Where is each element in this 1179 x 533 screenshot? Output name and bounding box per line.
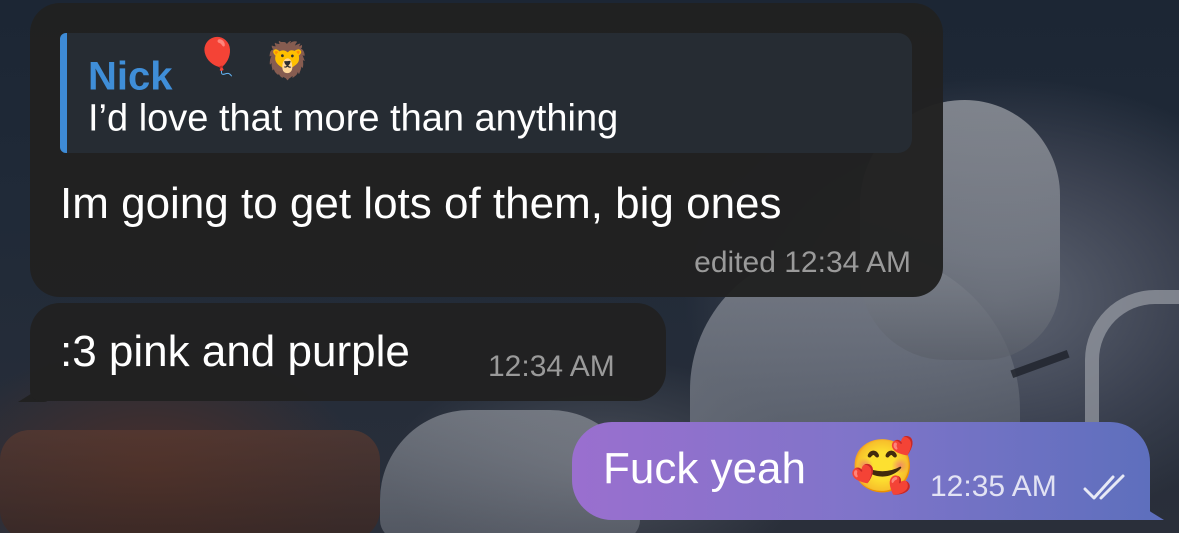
message-text: Im going to get lots of them, big ones [60,179,782,228]
reply-quote-text: I’d love that more than anything [88,97,619,140]
message-text: Fuck yeah [603,444,806,493]
chat-screen: Nick 🎈 🦁 I’d love that more than anythin… [0,0,1179,533]
balloon-icon: 🎈 [195,36,240,77]
lion-icon: 🦁 [265,40,310,81]
double-check-icon [1083,474,1125,500]
message-timestamp: 12:35 AM [930,470,1057,503]
message-timestamp: edited 12:34 AM [694,246,911,279]
message-timestamp: 12:34 AM [488,350,615,383]
reply-sender-name: Nick [88,54,173,99]
smiling-face-with-hearts-icon: 🥰 [850,438,915,496]
wallpaper-log [0,430,380,533]
message-text: :3 pink and purple [60,327,410,376]
reply-quote[interactable]: Nick 🎈 🦁 I’d love that more than anythin… [60,33,912,153]
reply-accent-bar [60,33,67,153]
